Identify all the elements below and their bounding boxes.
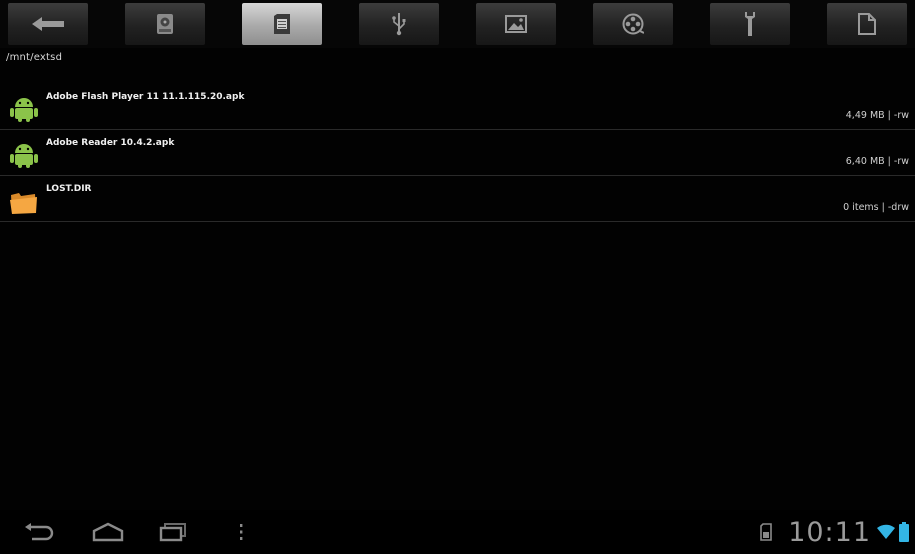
back-nav-icon [25,523,54,541]
file-name: Adobe Reader 10.4.2.apk [46,138,175,148]
wifi-icon [877,524,895,539]
file-meta: 0 items | -drw [843,202,909,213]
recent-apps-nav-button[interactable] [155,518,191,546]
battery-icon [899,522,909,542]
recent-apps-icon [159,523,186,542]
status-clock: 10:11 [788,516,871,548]
menu-nav-button[interactable] [226,518,256,546]
home-nav-icon [92,522,124,542]
video-reel-icon [622,13,644,35]
toolbar-usb-button[interactable] [359,3,439,45]
file-row-adobe-reader[interactable]: Adobe Reader 10.4.2.apk 6,40 MB | -rw [0,130,915,176]
back-arrow-icon [32,17,64,31]
home-nav-button[interactable] [90,518,126,546]
menu-dots-icon [240,524,243,540]
android-icon [10,144,38,168]
file-name: Adobe Flash Player 11 11.1.115.20.apk [46,92,245,102]
file-meta: 6,40 MB | -rw [845,156,909,167]
toolbar-image-button[interactable] [476,3,556,45]
folder-icon [10,193,37,214]
file-row-flash-player[interactable]: Adobe Flash Player 11 11.1.115.20.apk 4,… [0,84,915,130]
toolbar-storage-button[interactable] [125,3,205,45]
status-area[interactable]: 10:11 [760,516,909,548]
file-list: Adobe Flash Player 11 11.1.115.20.apk 4,… [0,84,915,222]
toolbar-back-button[interactable] [8,3,88,45]
android-icon [10,98,38,122]
usb-icon [392,13,406,36]
file-row-lost-dir[interactable]: LOST.DIR 0 items | -drw [0,176,915,222]
back-nav-button[interactable] [22,518,58,546]
toolbar-tools-button[interactable] [710,3,790,45]
file-manager-screen: /mnt/extsd Adobe Flash Player 11 11.1.11… [0,0,915,554]
current-path: /mnt/extsd [6,52,63,63]
file-meta: 4,49 MB | -rw [845,110,909,121]
image-icon [505,15,527,33]
toolbar [0,0,915,48]
sd-card-icon [274,14,290,34]
toolbar-sd-card-button[interactable] [242,3,322,45]
file-name: LOST.DIR [46,184,92,194]
document-icon [858,13,876,35]
system-navigation-bar: 10:11 [0,510,915,554]
tools-icon [745,12,755,36]
toolbar-video-button[interactable] [593,3,673,45]
toolbar-document-button[interactable] [827,3,907,45]
storage-icon [157,14,173,34]
sd-card-status-icon [760,523,772,541]
